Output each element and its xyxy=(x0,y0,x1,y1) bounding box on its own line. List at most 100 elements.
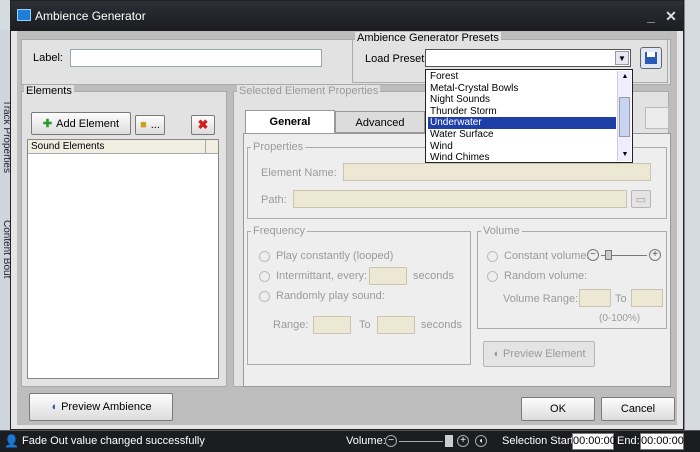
random-volume-radio xyxy=(487,271,498,282)
dropdown-scrollbar[interactable]: ▲ ▼ xyxy=(617,71,631,161)
intermittent-label: Intermittant, every: xyxy=(276,270,368,282)
load-preset-select[interactable]: ▼ xyxy=(425,49,631,67)
background-app-right xyxy=(684,0,700,430)
sound-elements-header[interactable]: Sound Elements xyxy=(28,140,206,154)
speaker-icon: ◖ xyxy=(50,401,58,413)
browse-path-button: ▭ xyxy=(631,190,651,208)
random-volume-label: Random volume: xyxy=(504,270,588,282)
range-label: Range: xyxy=(273,319,309,331)
delete-icon: ✖ xyxy=(197,117,209,132)
speaker-icon[interactable]: ◖ xyxy=(475,435,487,447)
slider-thumb xyxy=(605,250,612,260)
play-constantly-radio xyxy=(259,251,270,262)
preset-option-selected[interactable]: Underwater xyxy=(428,117,616,129)
preset-option[interactable]: Wind xyxy=(428,141,616,153)
range-from-input xyxy=(313,316,351,334)
presets-group-title: Ambience Generator Presets xyxy=(355,32,501,44)
label-input[interactable] xyxy=(70,49,322,67)
ambience-generator-dialog: Ambience Generator _ ✕ Label: Ambience G… xyxy=(10,0,684,430)
range-to-input xyxy=(377,316,415,334)
status-bar: 👤 Fade Out value changed successfully Vo… xyxy=(0,430,700,452)
constant-volume-radio xyxy=(487,251,498,262)
preset-option[interactable]: Metal-Crystal Bowls xyxy=(428,83,616,95)
end-label: End: xyxy=(617,435,640,447)
volume-range-to-label: To xyxy=(615,293,627,305)
preset-dropdown-list[interactable]: Forest Metal-Crystal Bowls Night Sounds … xyxy=(425,69,633,163)
preset-option[interactable]: Wind Chimes xyxy=(428,152,616,164)
preset-option[interactable]: Night Sounds xyxy=(428,94,616,106)
plus-icon: ✚ xyxy=(42,118,53,130)
volume-track xyxy=(399,441,443,442)
constant-volume-label: Constant volume: xyxy=(504,250,590,262)
plus-circle-icon[interactable]: + xyxy=(457,435,469,447)
title-bar: Ambience Generator _ ✕ xyxy=(11,1,683,31)
preset-option[interactable]: Thunder Storm xyxy=(428,106,616,118)
save-preset-button[interactable] xyxy=(640,47,662,69)
tab-advanced[interactable]: Advanced xyxy=(335,111,425,133)
volume-range-label: Volume Range: xyxy=(503,293,579,305)
preview-ambience-button[interactable]: ◖ Preview Ambience xyxy=(29,393,173,421)
plus-circle-icon: + xyxy=(649,249,661,261)
volume-thumb[interactable] xyxy=(445,435,453,447)
preview-element-button: ◖ Preview Element xyxy=(483,341,595,367)
status-volume-slider[interactable]: − + ◖ xyxy=(385,434,489,450)
frequency-group-title: Frequency xyxy=(251,225,307,237)
preset-option[interactable]: Water Surface xyxy=(428,129,616,141)
selection-start-input[interactable]: 00:00:00 xyxy=(572,433,616,450)
app-icon xyxy=(17,9,31,21)
user-icon: 👤 xyxy=(4,434,19,448)
paste-element-button[interactable]: ■ ... xyxy=(135,115,165,135)
volume-range-to-input xyxy=(631,289,663,307)
chevron-down-icon[interactable]: ▼ xyxy=(615,51,629,65)
element-name-input xyxy=(343,163,651,181)
add-element-label: Add Element xyxy=(56,117,120,130)
seconds-label-2: seconds xyxy=(421,319,462,331)
folder-icon: ■ xyxy=(140,119,147,131)
selection-end-input[interactable]: 00:00:00 xyxy=(640,433,684,450)
dialog-title: Ambience Generator xyxy=(35,9,146,23)
properties-save-icon xyxy=(645,107,669,129)
paste-element-label: ... xyxy=(150,119,160,131)
close-icon[interactable]: ✕ xyxy=(663,8,679,24)
selection-start-label: Selection Start: xyxy=(502,435,577,447)
add-element-button[interactable]: ✚ Add Element xyxy=(31,112,131,135)
delete-element-button[interactable]: ✖ xyxy=(191,115,215,135)
scroll-thumb[interactable] xyxy=(619,97,630,137)
cancel-button[interactable]: Cancel xyxy=(601,397,675,421)
element-name-label: Element Name: xyxy=(261,167,337,179)
path-label: Path: xyxy=(261,194,287,206)
load-preset-label: Load Preset: xyxy=(365,53,428,65)
list-header-filler xyxy=(206,140,218,154)
constant-volume-slider: − + xyxy=(587,249,663,263)
range-to-label: To xyxy=(359,319,371,331)
properties-group-title: Selected Element Properties xyxy=(237,85,381,97)
randomly-play-label: Randomly play sound: xyxy=(276,290,385,302)
seconds-label-1: seconds xyxy=(413,270,454,282)
minus-icon[interactable]: − xyxy=(385,435,397,447)
status-message: Fade Out value changed successfully xyxy=(22,435,205,447)
floppy-disk-icon xyxy=(645,52,657,64)
randomly-play-radio xyxy=(259,291,270,302)
path-input xyxy=(293,190,627,208)
intermittent-radio xyxy=(259,271,270,282)
speaker-icon: ◖ xyxy=(492,348,500,360)
ok-button[interactable]: OK xyxy=(521,397,595,421)
volume-percent-label: (0-100%) xyxy=(599,313,641,324)
volume-range-from-input xyxy=(579,289,611,307)
folder-open-icon: ▭ xyxy=(635,193,647,206)
elements-group-title: Elements xyxy=(24,85,74,97)
preview-ambience-label: Preview Ambience xyxy=(61,401,152,413)
label-field-label: Label: xyxy=(33,52,63,64)
volume-group-title: Volume xyxy=(481,225,522,237)
preview-element-label: Preview Element xyxy=(503,348,586,360)
play-constantly-label: Play constantly (looped) xyxy=(276,250,394,262)
properties-subgroup-title: Properties xyxy=(251,141,306,153)
preset-option[interactable]: Forest xyxy=(428,71,616,83)
minimize-icon[interactable]: _ xyxy=(643,8,659,24)
scroll-up-icon[interactable]: ▲ xyxy=(619,71,631,83)
scroll-down-icon[interactable]: ▼ xyxy=(619,149,631,161)
tab-general[interactable]: General xyxy=(245,110,335,134)
volume-label: Volume: xyxy=(346,435,386,447)
intermittent-seconds-input xyxy=(369,267,407,285)
sound-elements-list[interactable]: Sound Elements xyxy=(27,139,219,379)
